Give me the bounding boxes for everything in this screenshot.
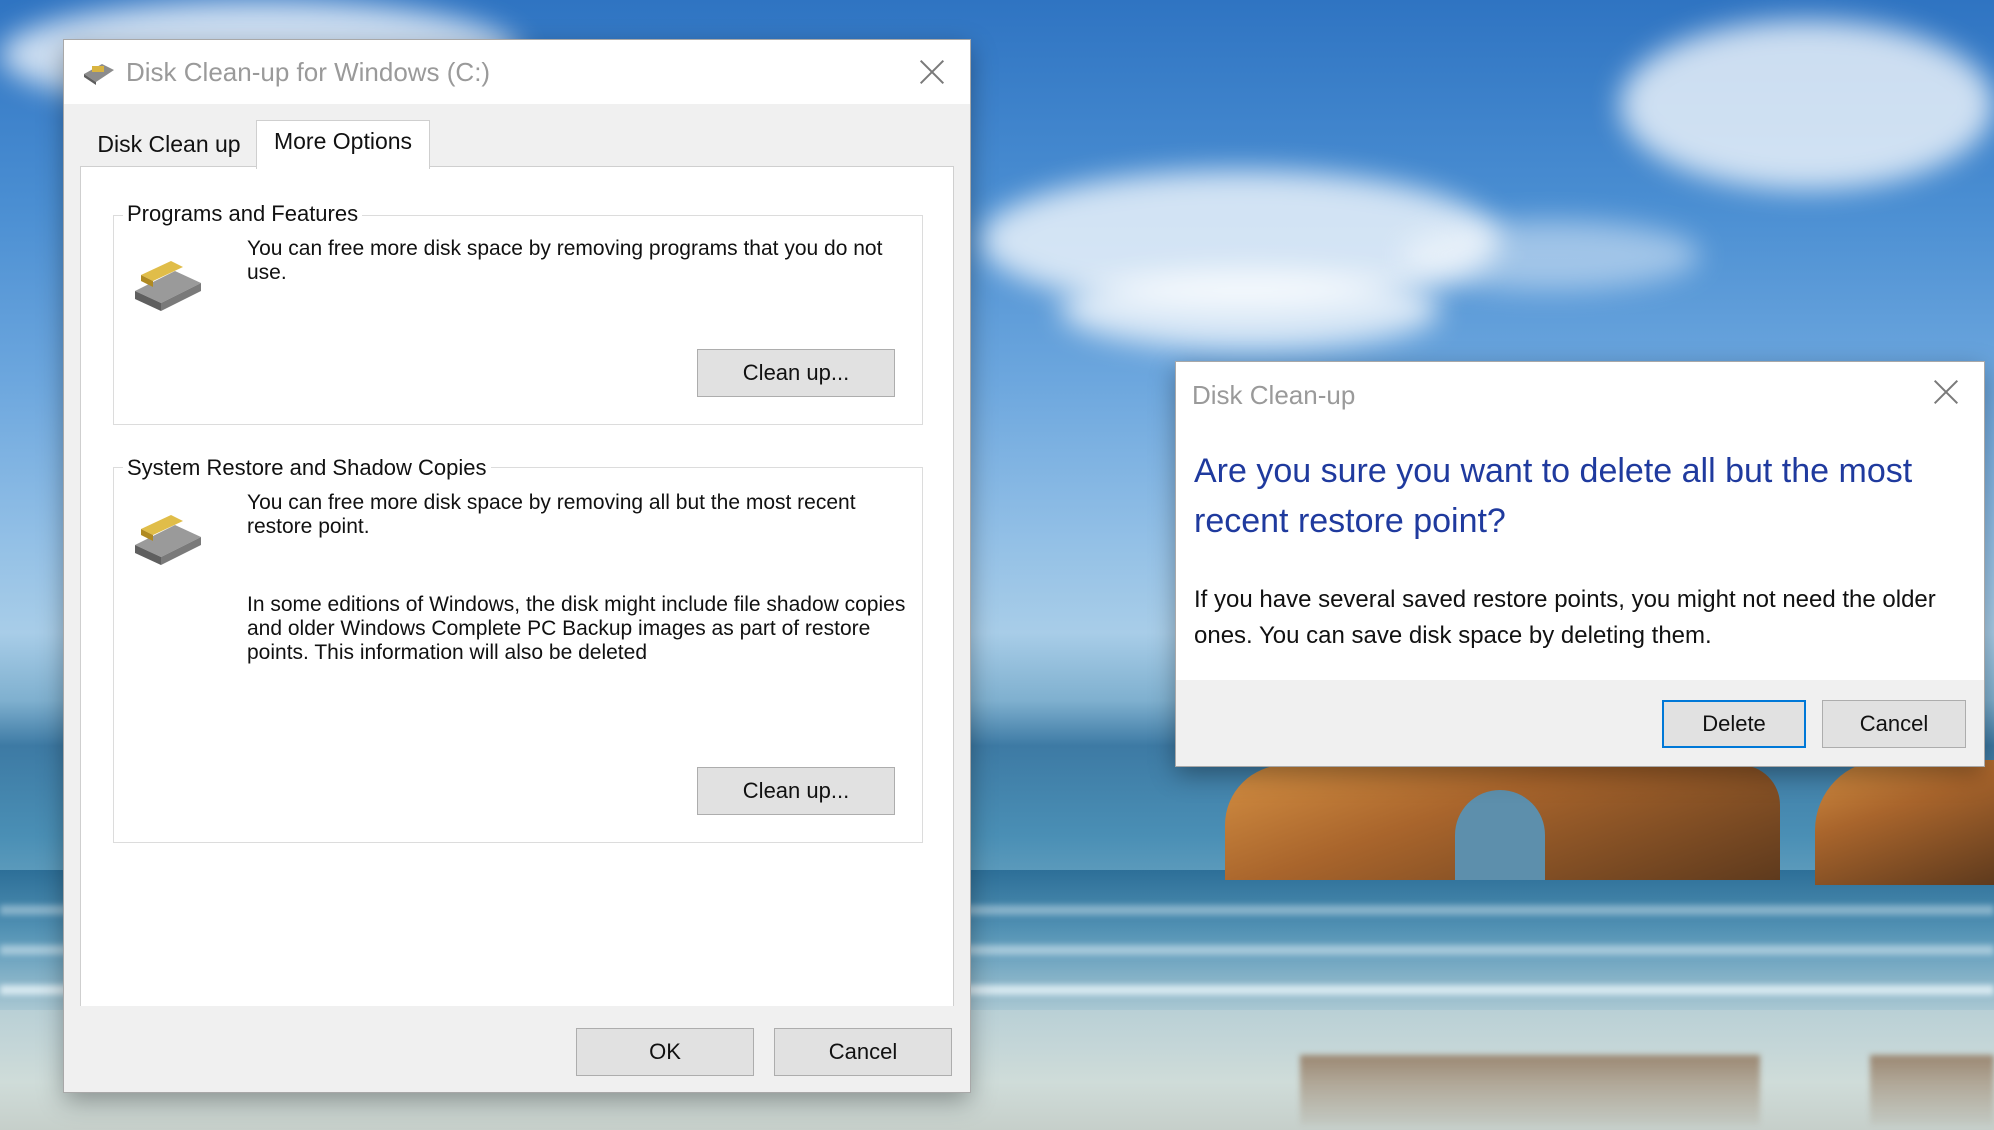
system-restore-heading: System Restore and Shadow Copies (123, 455, 491, 481)
drive-icon (135, 515, 201, 565)
restore-clean-up-button[interactable]: Clean up... (697, 767, 895, 815)
confirm-question: Are you sure you want to delete all but … (1194, 452, 1913, 540)
cloud (1060, 270, 1440, 350)
tab-disk-clean-up[interactable]: Disk Clean up (86, 124, 252, 166)
cloud (1620, 20, 1994, 190)
rock-reflection (1300, 1055, 1760, 1125)
confirm-dialog: Disk Clean-up Are you sure you want to d… (1176, 362, 1984, 766)
close-icon[interactable] (1926, 372, 1966, 412)
ok-button[interactable]: OK (576, 1028, 754, 1076)
system-restore-note: In some editions of Windows, the disk mi… (247, 593, 906, 664)
disk-cleanup-icon (84, 64, 114, 85)
delete-button[interactable]: Delete (1662, 700, 1806, 748)
rock-reflection (1870, 1055, 1994, 1125)
window-title: Disk Clean-up for Windows (C:) (126, 57, 491, 87)
cancel-button[interactable]: Cancel (774, 1028, 952, 1076)
confirm-cancel-button[interactable]: Cancel (1822, 700, 1966, 748)
programs-features-heading: Programs and Features (123, 201, 363, 227)
programs-features-description: You can free more disk space by removing… (247, 237, 883, 284)
close-icon[interactable] (912, 52, 952, 92)
tab-panel-more-options: Programs and Features You can free more … (80, 166, 954, 1008)
title-bar: Disk Clean-up for Windows (C:) (64, 40, 970, 104)
rock-arch (1455, 790, 1545, 880)
drive-icon (135, 261, 201, 311)
confirm-detail: If you have several saved restore points… (1194, 586, 1936, 649)
disk-cleanup-window: Disk Clean-up for Windows (C:) Disk Clea… (64, 40, 970, 1092)
cloud (1400, 220, 1700, 290)
programs-clean-up-button[interactable]: Clean up... (697, 349, 895, 397)
confirm-dialog-title: Disk Clean-up (1192, 380, 1356, 410)
system-restore-description: You can free more disk space by removing… (247, 491, 856, 538)
rock-formation (1815, 760, 1994, 885)
tab-more-options[interactable]: More Options (256, 120, 430, 169)
